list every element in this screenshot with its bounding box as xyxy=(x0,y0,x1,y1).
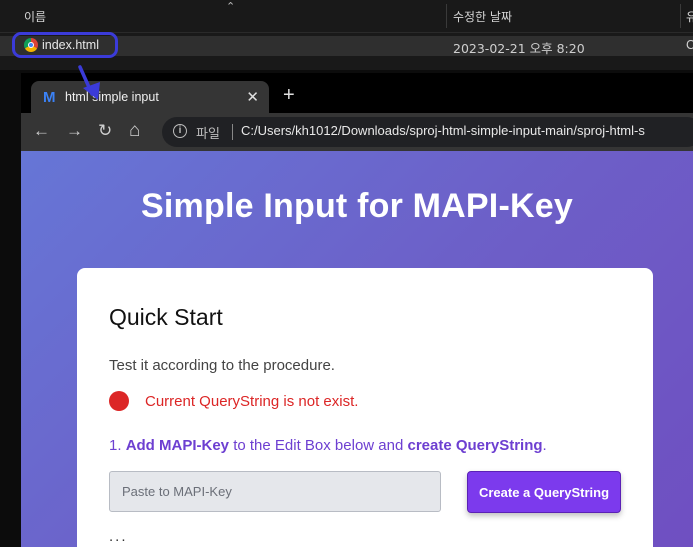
create-querystring-button[interactable]: Create a QueryString xyxy=(467,471,621,513)
back-button[interactable]: ← xyxy=(33,121,50,141)
status-indicator-icon xyxy=(109,391,129,411)
new-tab-button[interactable]: + xyxy=(283,85,295,105)
reload-button[interactable]: ↻ xyxy=(98,121,112,141)
step-bold-create: create QueryString xyxy=(407,437,543,454)
more-ellipsis: ... xyxy=(109,528,128,545)
protocol-label: 파일 xyxy=(196,127,220,142)
file-type: C xyxy=(686,38,693,52)
info-icon[interactable]: i xyxy=(173,124,187,138)
home-button[interactable]: ⌂ xyxy=(129,121,140,141)
column-header-bar: 이름 ⌃ 수정한 날짜 유 xyxy=(0,0,693,33)
address-bar[interactable]: i 파일 C:/Users/kh1012/Downloads/sproj-htm… xyxy=(162,117,693,147)
close-tab-icon[interactable]: ✕ xyxy=(246,88,259,106)
column-divider[interactable] xyxy=(680,4,681,28)
column-name[interactable]: 이름 xyxy=(24,8,46,25)
browser-tab[interactable]: M html simple input ✕ xyxy=(31,81,269,115)
quick-start-card: Quick Start Test it according to the pro… xyxy=(77,268,653,547)
web-page: Simple Input for MAPI-Key Quick Start Te… xyxy=(21,151,693,547)
site-logo-icon: M xyxy=(43,89,56,106)
forward-button[interactable]: → xyxy=(66,121,83,141)
step-end: . xyxy=(542,437,547,454)
url-text[interactable]: C:/Users/kh1012/Downloads/sproj-html-sim… xyxy=(241,123,645,138)
status-message: Current QueryString is not exist. xyxy=(145,393,359,410)
sort-up-icon: ⌃ xyxy=(226,1,236,13)
mapi-key-input[interactable] xyxy=(109,471,441,512)
file-date: 2023-02-21 오후 8:20 xyxy=(453,41,585,56)
card-description: Test it according to the procedure. xyxy=(109,357,335,374)
page-heading: Simple Input for MAPI-Key xyxy=(141,187,573,225)
browser-toolbar: ← → ↻ ⌂ i 파일 C:/Users/kh1012/Downloads/s… xyxy=(21,113,693,151)
column-divider[interactable] xyxy=(446,4,447,28)
step-mid: to the Edit Box below and xyxy=(229,437,408,454)
step-bold-add-key: Add MAPI-Key xyxy=(125,437,230,454)
pointer-arrow-icon xyxy=(78,65,100,100)
step-number: 1. xyxy=(109,437,126,454)
step-instruction: 1. Add MAPI-Key to the Edit Box below an… xyxy=(109,437,547,454)
card-title: Quick Start xyxy=(109,304,223,330)
highlight-outline xyxy=(12,32,118,58)
column-date-modified[interactable]: 수정한 날짜 xyxy=(453,8,512,25)
file-explorer: 이름 ⌃ 수정한 날짜 유 index.html 2023-02-21 오후 8… xyxy=(0,0,693,70)
browser-window: M html simple input ✕ + ← → ↻ ⌂ i 파일 C:/… xyxy=(21,73,693,547)
address-divider xyxy=(232,124,233,140)
tab-strip: M html simple input ✕ + xyxy=(21,73,693,115)
column-type[interactable]: 유 xyxy=(686,8,693,25)
